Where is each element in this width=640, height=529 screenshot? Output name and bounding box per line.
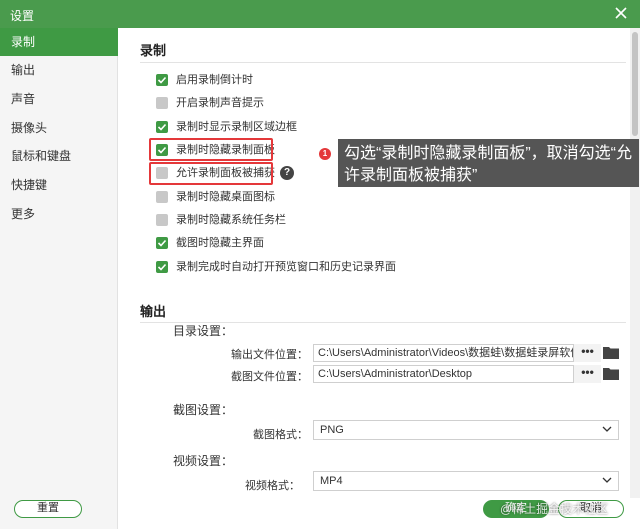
reset-button[interactable]: 重置 xyxy=(14,500,82,518)
chevron-down-icon xyxy=(602,477,612,483)
highlight-box-hide-panel xyxy=(149,138,273,161)
option-label: 录制时隐藏桌面图标 xyxy=(176,191,275,203)
video-format-label: 视频格式： xyxy=(245,480,300,492)
scrollbar-thumb[interactable] xyxy=(632,32,638,136)
screenshot-format-value: PNG xyxy=(320,424,344,436)
help-icon[interactable]: ? xyxy=(280,166,294,180)
checkbox-checked[interactable] xyxy=(156,261,168,273)
annotation-callout: 勾选“录制时隐藏录制面板”，取消勾选“允许录制面板被捕获” xyxy=(338,139,639,187)
sidebar-item-output[interactable]: 输出 xyxy=(0,56,118,84)
checkbox-checked[interactable] xyxy=(156,237,168,249)
sidebar-item-shortcuts[interactable]: 快捷键 xyxy=(0,171,118,199)
checkbox-unchecked[interactable] xyxy=(156,214,168,226)
annotation-marker: 1 xyxy=(319,148,331,160)
video-settings-title: 视频设置： xyxy=(173,454,234,468)
video-path-browse-button[interactable]: ••• xyxy=(573,344,601,362)
video-path-label: 输出文件位置： xyxy=(231,349,308,361)
sidebar-item-camera[interactable]: 摄像头 xyxy=(0,114,118,142)
check-icon xyxy=(157,239,167,247)
watermark: @稀土掘金技术社区 xyxy=(500,502,609,516)
screenshot-settings-title: 截图设置： xyxy=(173,403,234,417)
scrollbar[interactable] xyxy=(630,28,640,498)
checkbox-checked[interactable] xyxy=(156,74,168,86)
window-title: 设置 xyxy=(10,9,35,23)
chevron-down-icon xyxy=(602,426,612,432)
video-format-select[interactable]: MP4 xyxy=(313,471,619,491)
check-icon xyxy=(157,263,167,271)
check-icon xyxy=(157,76,167,84)
close-icon[interactable] xyxy=(612,4,630,22)
title-bar: 设置 xyxy=(0,0,640,28)
output-section-title: 输出 xyxy=(140,304,167,319)
folder-icon[interactable] xyxy=(603,367,619,380)
screenshot-path-input[interactable]: C:\Users\Administrator\Desktop xyxy=(313,365,600,383)
sidebar-item-more[interactable]: 更多 xyxy=(0,200,118,228)
option-label: 截图时隐藏主界面 xyxy=(176,237,264,249)
option-label: 启用录制倒计时 xyxy=(176,74,253,86)
screenshot-format-label: 截图格式： xyxy=(253,429,308,441)
check-icon xyxy=(157,123,167,131)
option-label: 录制时显示录制区域边框 xyxy=(176,121,297,133)
sidebar-item-record[interactable]: 录制 xyxy=(0,28,118,56)
highlight-box-allow-capture xyxy=(149,162,273,185)
sidebar: 录制 输出 声音 摄像头 鼠标和键盘 快捷键 更多 xyxy=(0,28,118,529)
screenshot-path-label: 截图文件位置： xyxy=(231,371,308,383)
checkbox-unchecked[interactable] xyxy=(156,191,168,203)
folder-icon[interactable] xyxy=(603,346,619,359)
option-label: 录制完成时自动打开预览窗口和历史记录界面 xyxy=(176,261,396,273)
directory-settings-title: 目录设置： xyxy=(173,324,234,338)
video-path-input[interactable]: C:\Users\Administrator\Videos\数据蛙\数据蛙录屏软… xyxy=(313,344,600,362)
video-format-value: MP4 xyxy=(320,475,343,487)
record-section-title: 录制 xyxy=(140,43,167,58)
option-label: 录制时隐藏系统任务栏 xyxy=(176,214,286,226)
checkbox-unchecked[interactable] xyxy=(156,97,168,109)
screenshot-path-browse-button[interactable]: ••• xyxy=(573,365,601,383)
record-section-divider xyxy=(140,62,626,63)
option-label: 开启录制声音提示 xyxy=(176,97,264,109)
settings-panel: 录制 启用录制倒计时 开启录制声音提示 录制时显示录制区域边框 录制时隐藏录制面… xyxy=(118,28,640,529)
sidebar-item-mouse-keyboard[interactable]: 鼠标和键盘 xyxy=(0,142,118,170)
checkbox-checked[interactable] xyxy=(156,121,168,133)
screenshot-format-select[interactable]: PNG xyxy=(313,420,619,440)
sidebar-item-audio[interactable]: 声音 xyxy=(0,85,118,113)
